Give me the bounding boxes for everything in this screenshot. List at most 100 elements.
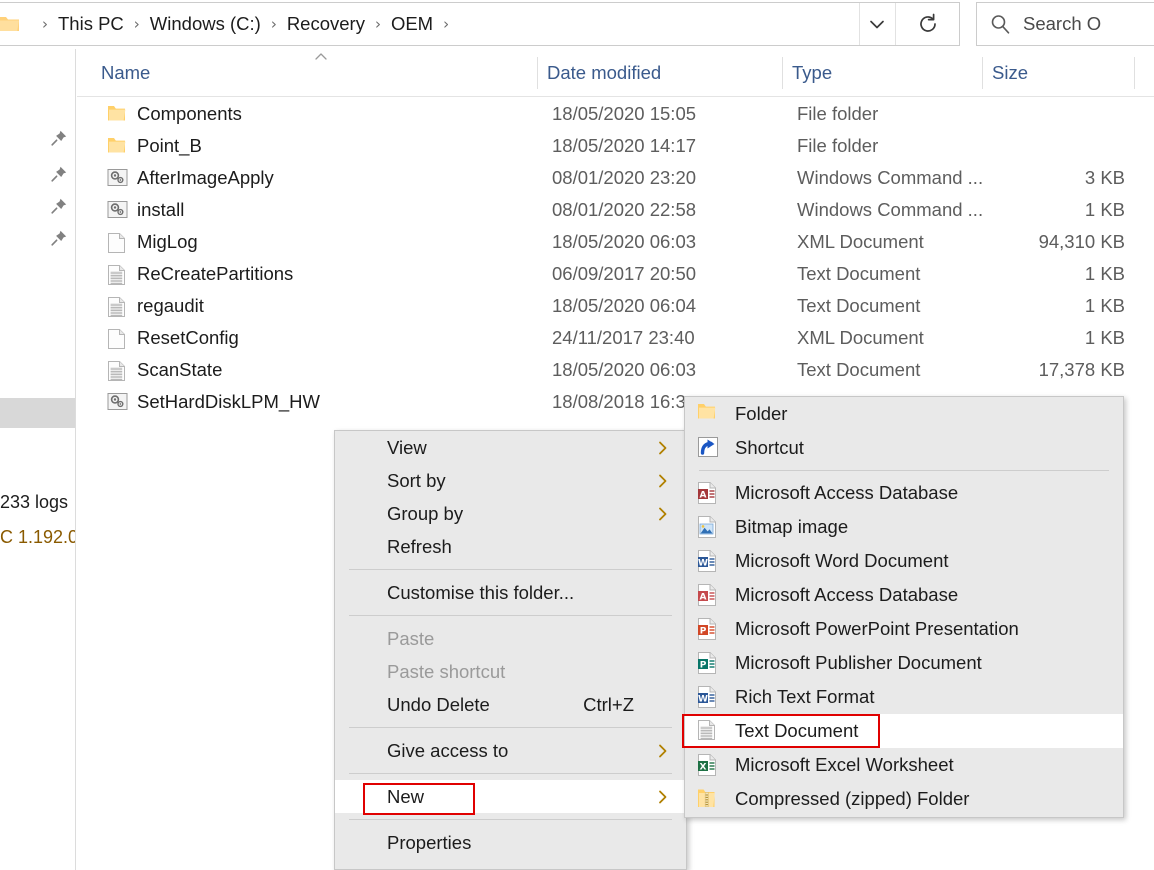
submenu-item-shortcut[interactable]: Shortcut xyxy=(685,431,1123,465)
submenu-item-label: Compressed (zipped) Folder xyxy=(735,788,970,809)
svg-text:W: W xyxy=(698,558,708,568)
file-name: AfterImageApply xyxy=(137,167,274,188)
submenu-item-label: Microsoft Access Database xyxy=(735,584,959,605)
submenu-item-microsoft-access-database[interactable]: A Microsoft Access Database xyxy=(685,578,1123,612)
chevron-right-icon xyxy=(654,439,672,462)
menu-item-sort-by[interactable]: Sort by xyxy=(335,464,686,497)
table-row[interactable]: regaudit 18/05/2020 06:04 Text Document 1 K… xyxy=(77,290,1154,322)
folder-icon xyxy=(107,136,127,156)
breadcrumb-separator: › xyxy=(443,14,450,33)
table-row[interactable]: MigLog 18/05/2020 06:03 XML Document 94,310… xyxy=(77,226,1154,258)
submenu-item-microsoft-powerpoint-presentation[interactable]: P Microsoft PowerPoint Presentation xyxy=(685,612,1123,646)
table-row[interactable]: Components 18/05/2020 15:05 File folder xyxy=(77,98,1154,130)
column-divider[interactable] xyxy=(1134,57,1135,89)
file-name: ResetConfig xyxy=(137,327,239,348)
menu-item-new[interactable]: New xyxy=(335,780,686,815)
menu-item-customise-this-folder[interactable]: Customise this folder... xyxy=(335,576,686,609)
address-path-box[interactable]: › This PC › Windows (C:) › Recovery › OE… xyxy=(0,2,960,46)
submenu-item-label: Shortcut xyxy=(735,437,804,458)
column-header-size[interactable]: Size xyxy=(992,49,1132,97)
folder-icon xyxy=(0,14,21,34)
menu-item-label: Customise this folder... xyxy=(387,581,575,603)
breadcrumb-item-this-pc[interactable]: This PC xyxy=(55,11,127,37)
column-divider[interactable] xyxy=(982,57,983,89)
table-row[interactable]: ScanState 18/05/2020 06:03 Text Document 17… xyxy=(77,354,1154,386)
menu-item-give-access-to[interactable]: Give access to xyxy=(335,734,686,767)
file-name: MigLog xyxy=(137,231,198,252)
folder-icon xyxy=(697,402,721,426)
submenu-item-rich-text-format[interactable]: W Rich Text Format xyxy=(685,680,1123,714)
file-date-modified: 18/05/2020 06:04 xyxy=(552,295,697,316)
sidebar-selected-item[interactable] xyxy=(0,398,75,428)
chevron-right-icon xyxy=(654,742,672,765)
table-row[interactable]: Point_B 18/05/2020 14:17 File folder xyxy=(77,130,1154,162)
search-input-placeholder[interactable]: Search O xyxy=(1023,13,1101,35)
submenu-item-text-document[interactable]: Text Document xyxy=(682,714,1123,748)
context-menu[interactable]: View Sort by Group by Refresh Customise this… xyxy=(334,430,687,870)
menu-separator xyxy=(349,727,672,728)
table-row[interactable]: install 08/01/2020 22:58 Windows Command .… xyxy=(77,194,1154,226)
sidebar-item[interactable]: s xyxy=(0,87,75,119)
column-header-row: Name Date modified Type Size xyxy=(77,49,1154,97)
file-date-modified: 24/11/2017 23:40 xyxy=(552,327,695,348)
column-divider[interactable] xyxy=(537,57,538,89)
submenu-item-microsoft-access-database[interactable]: A Microsoft Access Database xyxy=(685,476,1123,510)
column-header-label: Type xyxy=(792,62,833,83)
submenu-item-compressed-zipped-folder[interactable]: Compressed (zipped) Folder xyxy=(685,782,1123,816)
file-type: Text Document xyxy=(797,359,921,380)
chevron-right-icon xyxy=(654,788,672,811)
pin-icon[interactable] xyxy=(50,129,68,152)
refresh-icon[interactable] xyxy=(895,3,959,45)
file-name: install xyxy=(137,199,185,220)
sidebar-item[interactable] xyxy=(0,224,75,256)
menu-item-undo-delete[interactable]: Undo Delete Ctrl+Z xyxy=(335,688,686,721)
table-row[interactable]: ReCreatePartitions 06/09/2017 20:50 Text D… xyxy=(77,258,1154,290)
breadcrumb-item-windows-c[interactable]: Windows (C:) xyxy=(147,11,264,37)
submenu-item-microsoft-excel-worksheet[interactable]: X Microsoft Excel Worksheet xyxy=(685,748,1123,782)
table-row[interactable]: ResetConfig 24/11/2017 23:40 XML Document 1… xyxy=(77,322,1154,354)
chevron-down-icon[interactable] xyxy=(859,3,893,45)
submenu-item-microsoft-word-document[interactable]: W Microsoft Word Document xyxy=(685,544,1123,578)
pin-icon[interactable] xyxy=(50,165,68,188)
submenu-item-label: Folder xyxy=(735,403,788,424)
submenu-item-label: Microsoft Publisher Document xyxy=(735,652,982,673)
column-header-type[interactable]: Type xyxy=(792,49,992,97)
sidebar-item[interactable]: s xyxy=(0,160,75,192)
column-divider[interactable] xyxy=(782,57,783,89)
menu-item-label: Properties xyxy=(387,831,472,853)
menu-item-properties[interactable]: Properties xyxy=(335,826,686,859)
pin-icon[interactable] xyxy=(50,197,68,220)
file-size: 1 KB xyxy=(1084,263,1125,284)
menu-item-refresh[interactable]: Refresh xyxy=(335,530,686,563)
batch-file-icon xyxy=(107,168,128,188)
file-type: XML Document xyxy=(797,231,924,252)
breadcrumb-item-recovery[interactable]: Recovery xyxy=(284,11,368,37)
breadcrumb-item-oem[interactable]: OEM xyxy=(388,11,436,37)
bitmap-image-icon xyxy=(697,515,721,539)
sidebar-item[interactable]: s xyxy=(0,192,75,224)
menu-separator xyxy=(699,470,1109,471)
powerpoint-icon: P xyxy=(697,617,721,641)
table-row[interactable]: AfterImageApply 08/01/2020 23:20 Windows C… xyxy=(77,162,1154,194)
column-header-date-modified[interactable]: Date modified xyxy=(547,49,792,97)
breadcrumb: › This PC › Windows (C:) › Recovery › OE… xyxy=(35,11,456,37)
sidebar-item[interactable] xyxy=(0,124,75,156)
search-box[interactable]: Search O xyxy=(976,2,1154,46)
submenu-item-microsoft-publisher-document[interactable]: P Microsoft Publisher Document xyxy=(685,646,1123,680)
submenu-item-label: Bitmap image xyxy=(735,516,849,537)
menu-separator xyxy=(349,773,672,774)
file-list[interactable]: Components 18/05/2020 15:05 File folder Poi… xyxy=(77,98,1154,428)
menu-item-paste-shortcut: Paste shortcut xyxy=(335,655,686,688)
file-type: File folder xyxy=(797,135,879,156)
submenu-item-label: Microsoft Access Database xyxy=(735,482,959,503)
menu-item-group-by[interactable]: Group by xyxy=(335,497,686,530)
menu-item-paste: Paste xyxy=(335,622,686,655)
pin-icon[interactable] xyxy=(50,229,68,252)
text-file-icon xyxy=(697,719,721,743)
submenu-item-bitmap-image[interactable]: Bitmap image xyxy=(685,510,1123,544)
menu-item-view[interactable]: View xyxy=(335,431,686,464)
file-type: Text Document xyxy=(797,263,921,284)
new-submenu[interactable]: Folder Shortcut A Microsoft Access Database… xyxy=(682,396,1124,818)
submenu-item-folder[interactable]: Folder xyxy=(685,397,1123,431)
breadcrumb-separator: › xyxy=(42,14,48,33)
